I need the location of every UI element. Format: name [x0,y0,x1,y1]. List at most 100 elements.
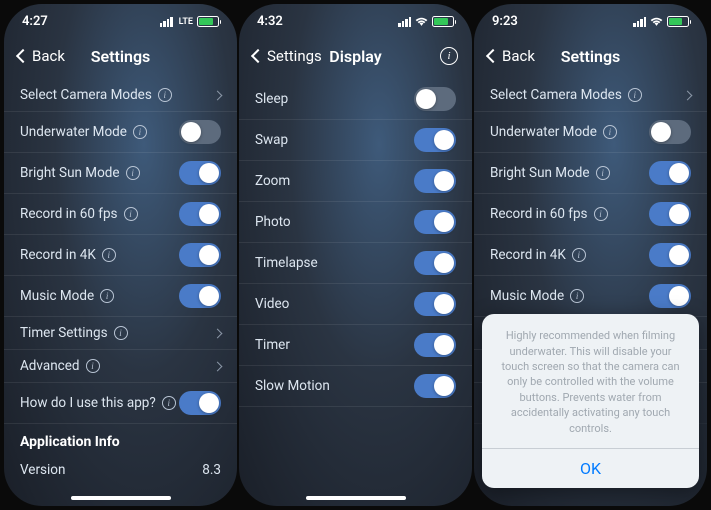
info-icon[interactable]: i [628,88,642,102]
info-icon[interactable]: i [126,166,140,180]
nav-bar: Back Settings [474,33,707,75]
toggle-music[interactable] [179,284,221,308]
home-indicator[interactable] [306,496,406,500]
info-icon[interactable]: i [570,289,584,303]
toggle-60fps[interactable] [649,202,691,226]
toggle-underwater[interactable] [649,120,691,144]
home-indicator[interactable] [71,496,171,500]
phone-screen-2: 4:32 Settings Display i Sleep Swap Zoom … [239,4,472,506]
row-sleep: Sleep [239,79,472,120]
row-zoom: Zoom [239,161,472,202]
settings-list: Select Camera Modesi Underwater Modei Br… [4,75,237,490]
info-icon[interactable]: i [102,248,116,262]
battery-icon [432,16,454,27]
row-4k: Record in 4Ki [474,235,707,276]
row-music-mode: Music Modei [4,276,237,317]
chevron-left-icon [16,49,30,63]
chevron-left-icon [251,49,265,63]
info-icon[interactable]: i [124,207,138,221]
row-60fps: Record in 60 fpsi [4,194,237,235]
settings-list: Sleep Swap Zoom Photo Timelapse Video Ti… [239,75,472,411]
info-icon[interactable]: i [594,207,608,221]
chevron-right-icon [683,90,693,100]
info-icon[interactable]: i [114,326,128,340]
row-timer: Timer [239,325,472,366]
status-bar: 4:32 [239,4,472,33]
info-icon[interactable]: i [100,289,114,303]
row-slowmotion: Slow Motion [239,366,472,407]
row-music-mode: Music Modei [474,276,707,317]
toggle-swap[interactable] [414,128,456,152]
toggle-60fps[interactable] [179,202,221,226]
info-icon[interactable]: i [158,88,172,102]
info-icon[interactable]: i [596,166,610,180]
row-select-camera-modes[interactable]: Select Camera Modesi [474,79,707,112]
status-right: LTE [160,16,219,27]
signal-icon [398,17,411,27]
row-underwater-mode: Underwater Modei [4,112,237,153]
battery-icon [667,16,689,27]
nav-right: i [436,47,458,65]
row-advanced[interactable]: Advancedi [4,350,237,383]
status-bar: 9:23 [474,4,707,33]
info-icon[interactable]: i [86,359,100,373]
row-howto: How do I use this app?i [4,383,237,424]
toggle-4k[interactable] [649,243,691,267]
info-icon[interactable]: i [440,47,458,65]
row-timer-settings[interactable]: Timer Settingsi [4,317,237,350]
toggle-howto[interactable] [179,391,221,415]
status-time: 4:32 [257,14,283,29]
wifi-icon [415,17,428,27]
chevron-right-icon [213,328,223,338]
section-app-info: Application Info [4,424,237,454]
row-bright-sun: Bright Sun Modei [474,153,707,194]
toggle-timer[interactable] [414,333,456,357]
row-video: Video [239,284,472,325]
back-button[interactable]: Back [488,47,535,65]
phone-screen-3: 9:23 Back Settings Select Camera Modesi … [474,4,707,506]
row-swap: Swap [239,120,472,161]
phone-screen-1: 4:27 LTE Back Settings Select Camera Mod… [4,4,237,506]
back-label: Back [502,47,535,65]
toggle-sleep[interactable] [414,87,456,111]
toggle-4k[interactable] [179,243,221,267]
toggle-bright-sun[interactable] [649,161,691,185]
back-button[interactable]: Settings [253,47,322,65]
row-timelapse: Timelapse [239,243,472,284]
status-right [398,16,454,27]
toggle-timelapse[interactable] [414,251,456,275]
back-label: Settings [267,47,322,65]
toggle-video[interactable] [414,292,456,316]
toggle-photo[interactable] [414,210,456,234]
chevron-left-icon [486,49,500,63]
toggle-slowmotion[interactable] [414,374,456,398]
info-icon[interactable]: i [572,248,586,262]
info-icon[interactable]: i [162,396,176,410]
toggle-bright-sun[interactable] [179,161,221,185]
info-icon[interactable]: i [133,125,147,139]
row-version: Version8.3 [4,454,237,486]
chevron-right-icon [213,361,223,371]
info-icon[interactable]: i [603,125,617,139]
chevron-right-icon [213,90,223,100]
back-label: Back [32,47,65,65]
row-bright-sun: Bright Sun Modei [4,153,237,194]
alert-message: Highly recommended when filming underwat… [482,314,699,448]
network-label: LTE [179,17,193,27]
wifi-icon [650,17,663,27]
toggle-zoom[interactable] [414,169,456,193]
toggle-music[interactable] [649,284,691,308]
alert-dialog: Highly recommended when filming underwat… [482,314,699,488]
toggle-underwater[interactable] [179,120,221,144]
alert-ok-button[interactable]: OK [482,448,699,488]
row-photo: Photo [239,202,472,243]
back-button[interactable]: Back [18,47,65,65]
nav-bar: Settings Display i [239,33,472,75]
battery-icon [197,16,219,27]
nav-bar: Back Settings [4,33,237,75]
row-select-camera-modes[interactable]: Select Camera Modesi [4,79,237,112]
row-underwater-mode: Underwater Modei [474,112,707,153]
row-60fps: Record in 60 fpsi [474,194,707,235]
status-time: 9:23 [492,14,518,29]
status-right [633,16,689,27]
